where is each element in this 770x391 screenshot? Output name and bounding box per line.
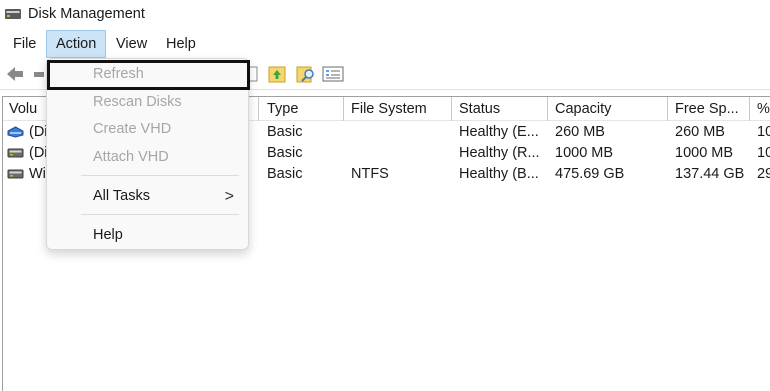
cell-capacity: 475.69 GB bbox=[555, 166, 625, 182]
column-header-capacity[interactable]: Capacity bbox=[549, 97, 668, 121]
cell-capacity: 1000 MB bbox=[555, 145, 614, 161]
menu-file[interactable]: File bbox=[4, 30, 45, 58]
cell-percent-free: 10 bbox=[757, 124, 770, 140]
column-header-free-space[interactable]: Free Sp... bbox=[669, 97, 750, 121]
folder-up-icon[interactable] bbox=[267, 64, 289, 84]
menu-separator bbox=[81, 175, 239, 176]
window-title: Disk Management bbox=[28, 6, 145, 22]
menu-separator bbox=[81, 214, 239, 215]
cell-capacity: 260 MB bbox=[555, 124, 605, 140]
cell-percent-free: 10 bbox=[757, 145, 770, 161]
cell-free-space: 137.44 GB bbox=[675, 166, 745, 182]
column-header-file-system[interactable]: File System bbox=[345, 97, 452, 121]
column-header-type[interactable]: Type bbox=[261, 97, 344, 121]
cell-status: Healthy (B... bbox=[459, 166, 539, 182]
cell-status: Healthy (E... bbox=[459, 124, 539, 140]
title-bar: Disk Management bbox=[0, 0, 770, 30]
column-header-percent-free[interactable]: % bbox=[751, 97, 770, 121]
menu-view[interactable]: View bbox=[107, 30, 156, 58]
system-disk-icon bbox=[7, 126, 24, 138]
folder-search-icon[interactable] bbox=[295, 64, 317, 84]
column-header-status[interactable]: Status bbox=[453, 97, 548, 121]
menu-item-attach-vhd[interactable]: Attach VHD bbox=[47, 144, 250, 171]
menu-item-all-tasks-label: All Tasks bbox=[93, 188, 150, 204]
cell-file-system bbox=[345, 143, 452, 164]
cell-type: Basic bbox=[267, 124, 303, 140]
menu-item-rescan-disks[interactable]: Rescan Disks bbox=[47, 89, 250, 116]
chevron-right-icon: > bbox=[224, 188, 234, 205]
cell-percent-free: 29 bbox=[757, 166, 770, 182]
cell-status: Healthy (R... bbox=[459, 145, 540, 161]
menu-bar: File Action View Help bbox=[0, 30, 770, 58]
menu-item-help[interactable]: Help bbox=[47, 222, 250, 249]
cell-file-system bbox=[345, 122, 452, 143]
drive-icon bbox=[7, 148, 24, 158]
cell-free-space: 260 MB bbox=[675, 124, 725, 140]
drive-icon bbox=[7, 169, 24, 179]
disk-management-icon bbox=[5, 9, 21, 19]
menu-item-create-vhd[interactable]: Create VHD bbox=[47, 116, 250, 143]
checklist-icon[interactable] bbox=[322, 64, 344, 84]
menu-item-refresh[interactable]: Refresh bbox=[47, 60, 250, 90]
back-arrow-icon[interactable] bbox=[4, 64, 26, 84]
cell-free-space: 1000 MB bbox=[675, 145, 734, 161]
menu-action[interactable]: Action bbox=[46, 30, 107, 58]
cell-type: Basic bbox=[267, 145, 303, 161]
menu-item-all-tasks[interactable]: All Tasks > bbox=[47, 183, 250, 210]
cell-type: Basic bbox=[267, 166, 303, 182]
action-menu: Refresh Rescan Disks Create VHD Attach V… bbox=[46, 58, 250, 250]
menu-help[interactable]: Help bbox=[157, 30, 205, 58]
cell-file-system: NTFS bbox=[351, 166, 389, 182]
